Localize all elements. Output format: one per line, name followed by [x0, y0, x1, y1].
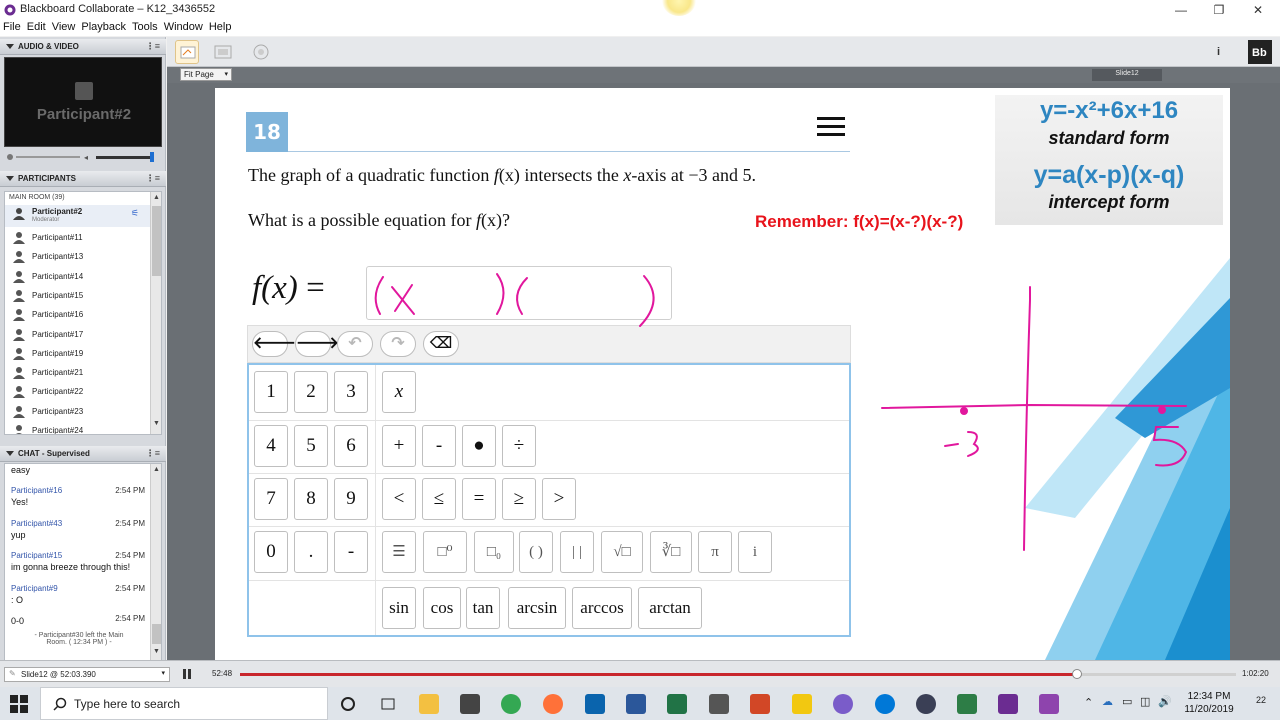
collaborate-taskbar-icon[interactable] [998, 694, 1018, 714]
notifications-icon[interactable]: 22 [1246, 695, 1266, 711]
powerpoint-icon[interactable] [750, 694, 770, 714]
volume-icon[interactable]: 🔊 [1158, 695, 1172, 708]
store-icon[interactable] [460, 694, 480, 714]
onedrive-icon[interactable]: ☁ [1102, 695, 1113, 708]
taskbar-clock[interactable]: 12:34 PM 11/20/2019 [1184, 690, 1234, 716]
playback-progress [240, 673, 1077, 676]
network-icon[interactable]: ◫ [1140, 695, 1150, 708]
edge-icon[interactable] [875, 694, 895, 714]
pause-icon[interactable] [182, 668, 192, 680]
windows-start-icon[interactable] [10, 695, 28, 713]
settings-icon[interactable] [709, 694, 729, 714]
maps-icon[interactable] [833, 694, 853, 714]
total-time: 1:02:20 [1242, 669, 1269, 678]
battery-icon[interactable]: ▭ [1122, 695, 1132, 708]
taskbar-search-box[interactable]: Type here to search [40, 687, 328, 720]
playback-bar: Slide12 @ 52:03.390 ▾ ✎ 52:48 1:02:20 [0, 660, 1280, 687]
excel-icon[interactable] [667, 694, 687, 714]
file-explorer-icon[interactable] [419, 694, 439, 714]
current-time: 52:48 [212, 669, 233, 678]
firefox-icon[interactable] [543, 694, 563, 714]
sticky-notes-icon[interactable] [792, 694, 812, 714]
word-icon[interactable] [626, 694, 646, 714]
ink-annotations [374, 273, 1188, 551]
tray-chevron-icon[interactable]: ⌃ [1084, 696, 1093, 709]
slide-position-select[interactable]: Slide12 @ 52:03.390 ▾ ✎ [4, 667, 170, 682]
media-icon[interactable] [916, 694, 936, 714]
chrome-icon[interactable] [501, 694, 521, 714]
playback-scrubber[interactable] [1071, 669, 1082, 679]
cortana-icon[interactable] [338, 694, 358, 714]
outlook-icon[interactable] [585, 694, 605, 714]
search-icon [53, 697, 67, 711]
task-view-icon[interactable] [378, 694, 398, 714]
windows-taskbar: Type here to search ⌃ ☁ ▭ ◫ 🔊 12:34 PM 11… [0, 687, 1280, 720]
collaborate-launcher-icon[interactable] [1039, 694, 1059, 714]
network-tool-icon[interactable] [957, 694, 977, 714]
